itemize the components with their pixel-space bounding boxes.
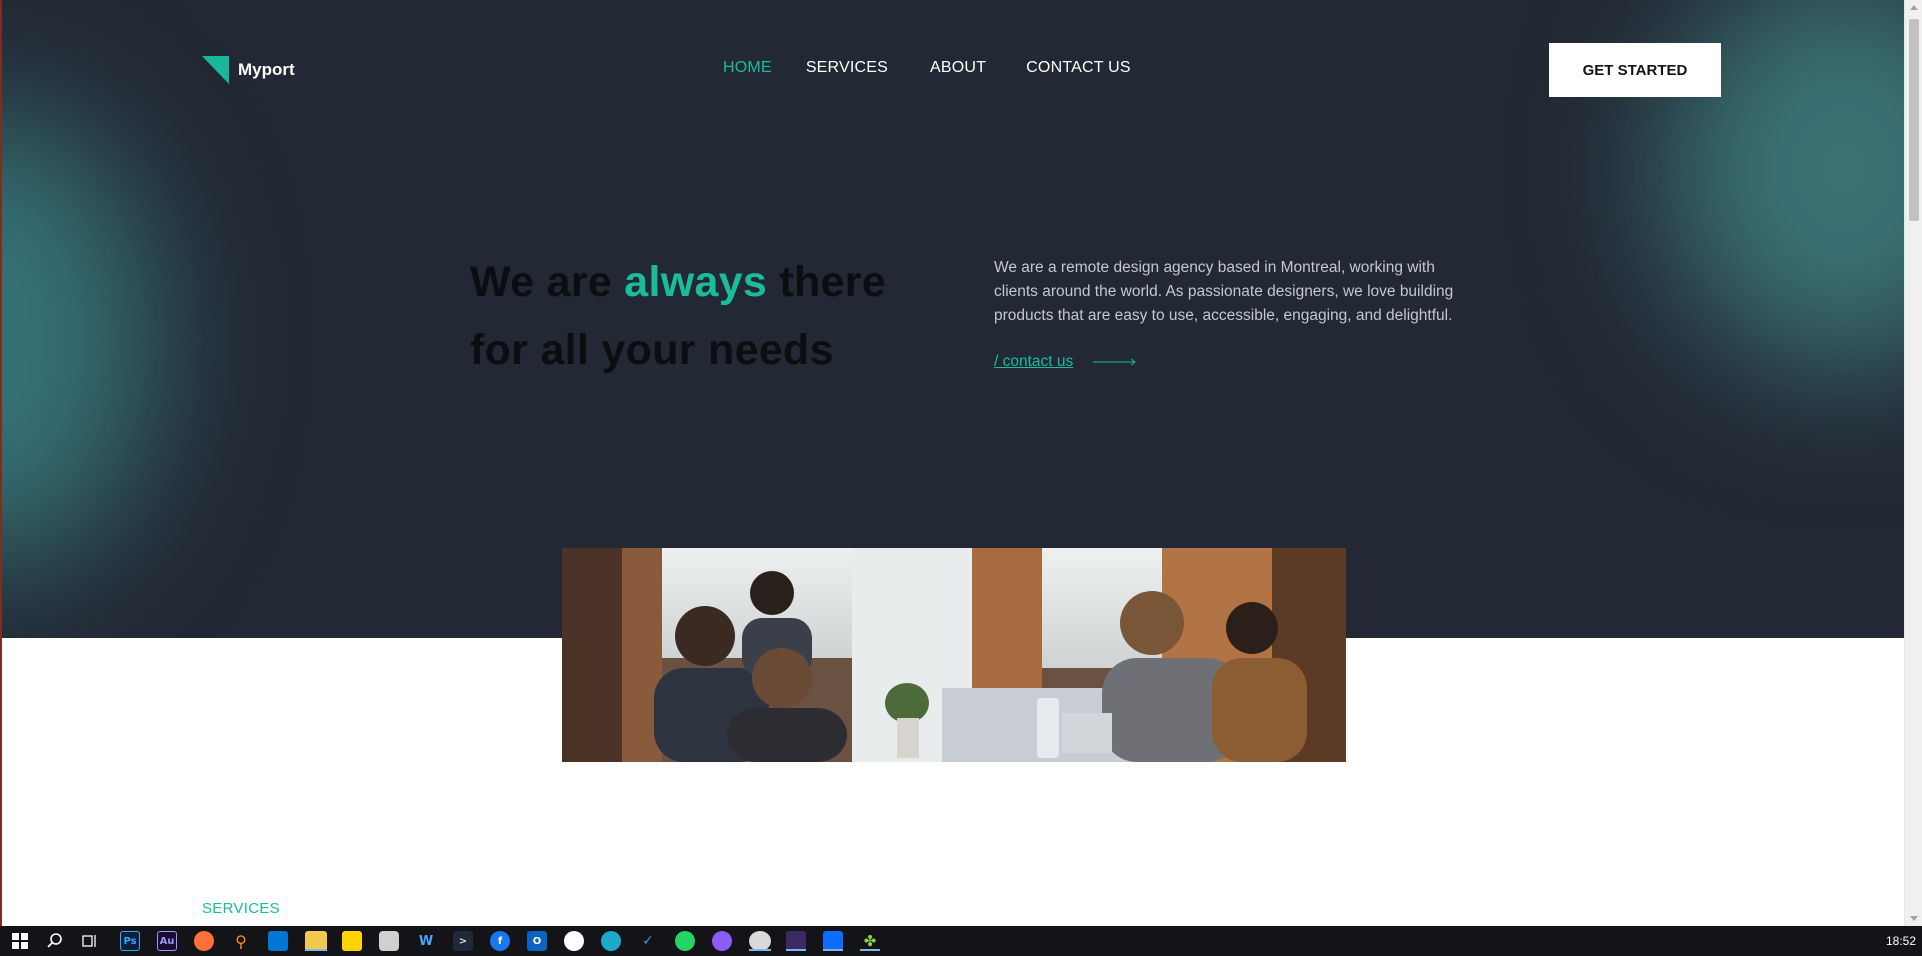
scroll-down-arrow-icon[interactable] bbox=[1910, 916, 1918, 921]
scroll-thumb[interactable] bbox=[1909, 19, 1919, 221]
start-icon[interactable] bbox=[10, 931, 30, 951]
slack-icon[interactable] bbox=[564, 931, 584, 951]
team-meeting-photo bbox=[562, 548, 1346, 762]
firefox-icon[interactable] bbox=[194, 931, 214, 951]
facebook-icon[interactable]: f bbox=[490, 931, 510, 951]
todo-icon[interactable]: ✓ bbox=[638, 931, 658, 951]
nav-services[interactable]: SERVICES bbox=[806, 59, 888, 77]
task-view-icon[interactable] bbox=[80, 931, 100, 951]
window-edge bbox=[0, 0, 2, 926]
contact-link-text[interactable]: / contact us bbox=[994, 353, 1073, 371]
clock-app-icon[interactable] bbox=[379, 931, 399, 951]
hero-headline: We are always there for all your needs bbox=[470, 248, 930, 384]
logo-text: Myport bbox=[238, 60, 295, 79]
headline-accent: always bbox=[624, 258, 768, 306]
vertical-scrollbar[interactable] bbox=[1904, 0, 1922, 926]
headline-line2: for all your needs bbox=[470, 326, 834, 374]
chrome-icon[interactable] bbox=[749, 931, 771, 951]
nav-about[interactable]: ABOUT bbox=[930, 59, 986, 77]
sticky-notes-icon[interactable] bbox=[342, 931, 362, 951]
get-started-button[interactable]: GET STARTED bbox=[1549, 43, 1721, 97]
arrow-right-icon bbox=[1093, 358, 1137, 366]
nav-home[interactable]: HOME bbox=[723, 59, 772, 77]
left-glow-decoration bbox=[0, 110, 150, 570]
contact-us-link[interactable]: / contact us bbox=[994, 353, 1137, 371]
headline-prefix: We are bbox=[470, 258, 613, 306]
whatsapp-icon[interactable] bbox=[675, 931, 695, 951]
photoshop-icon[interactable]: Ps bbox=[120, 931, 140, 951]
services-section-label: SERVICES bbox=[202, 900, 280, 917]
logo-triangle-icon bbox=[202, 56, 229, 84]
vscode-icon[interactable] bbox=[823, 931, 843, 951]
edge-icon[interactable] bbox=[601, 931, 621, 951]
main-nav: HOME SERVICES ABOUT CONTACT US bbox=[723, 59, 1131, 77]
team-photo-illustration bbox=[562, 548, 1346, 762]
hero-section: Myport HOME SERVICES ABOUT CONTACT US GE… bbox=[0, 0, 1904, 638]
file-explorer-icon[interactable] bbox=[305, 931, 327, 951]
store-icon[interactable] bbox=[268, 931, 288, 951]
nav-contact-us[interactable]: CONTACT US bbox=[1026, 59, 1131, 77]
everything-search-icon[interactable]: ⚲ bbox=[231, 931, 251, 951]
scroll-up-arrow-icon[interactable] bbox=[1910, 5, 1918, 10]
messenger-icon[interactable] bbox=[712, 931, 732, 951]
browser-viewport: Myport HOME SERVICES ABOUT CONTACT US GE… bbox=[0, 0, 1904, 926]
media-player-icon[interactable] bbox=[786, 931, 806, 951]
site-logo[interactable]: Myport bbox=[202, 56, 295, 84]
wacom-icon[interactable]: W bbox=[416, 931, 436, 951]
outlook-icon[interactable]: O bbox=[527, 931, 547, 951]
search-icon[interactable] bbox=[45, 931, 65, 951]
clover-icon[interactable]: ✤ bbox=[860, 931, 880, 951]
taskbar-clock[interactable]: 18:52 bbox=[1886, 934, 1916, 948]
windows-taskbar: Ps Au ⚲ W > f O ✓ ✤ 18:52 bbox=[0, 926, 1922, 956]
terminal-icon[interactable]: > bbox=[453, 931, 473, 951]
hero-intro: We are a remote design agency based in M… bbox=[994, 259, 1454, 324]
headline-line1-suffix: there bbox=[779, 258, 887, 306]
audition-icon[interactable]: Au bbox=[157, 931, 177, 951]
